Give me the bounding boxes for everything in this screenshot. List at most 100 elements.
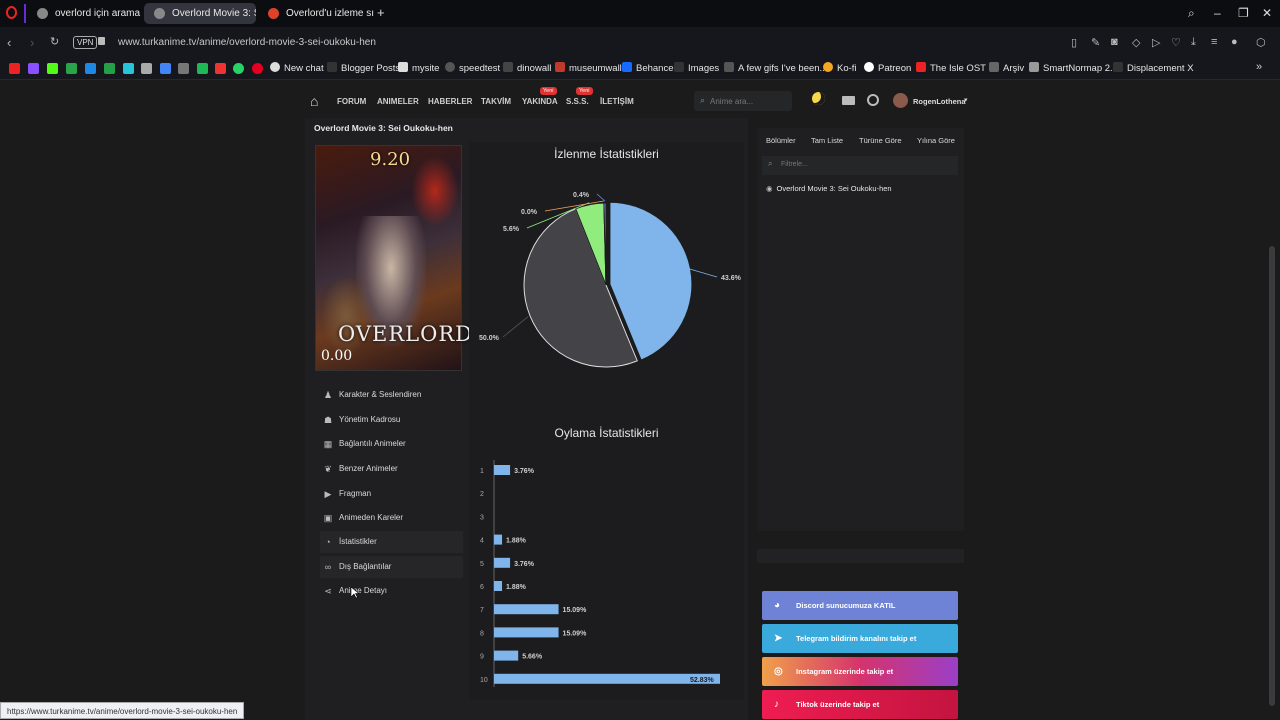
tab-turune-gore[interactable]: Türüne Göre — [859, 136, 902, 145]
mail-icon[interactable] — [842, 96, 855, 105]
heart-icon[interactable]: ♡ — [1171, 36, 1181, 49]
vote-bar[interactable] — [494, 557, 511, 568]
episode-item[interactable]: ◉ Overlord Movie 3: Sei Oukoku-hen — [766, 184, 892, 193]
url-field[interactable]: www.turkanime.tv/anime/overlord-movie-3-… — [118, 37, 376, 48]
home-icon[interactable]: ⌂ — [310, 93, 318, 109]
globe-icon[interactable] — [867, 94, 879, 106]
vote-bar[interactable] — [494, 627, 559, 638]
bookmark-smartnormap[interactable]: SmartNormap 2.0 — [1029, 62, 1118, 74]
bookmark-icon[interactable] — [104, 63, 115, 74]
kick-icon[interactable] — [47, 63, 58, 74]
nav-sss[interactable]: S.S.S. — [566, 97, 589, 106]
instagram-button[interactable]: ◎ Instagram üzerinde takip et — [762, 657, 958, 686]
bookmark-speedtest[interactable]: speedtest — [445, 62, 500, 74]
extensions-icon[interactable]: ⬡ — [1256, 36, 1266, 49]
bookmark-icon[interactable] — [28, 63, 39, 74]
nav-yakinda[interactable]: YAKINDA — [522, 97, 558, 106]
bookmark-museumwall[interactable]: museumwall — [555, 62, 622, 74]
vote-bar[interactable] — [494, 534, 503, 545]
nav-takvim[interactable]: TAKVİM — [481, 97, 511, 106]
bookmark-icon[interactable] — [85, 63, 96, 74]
bookmark-gifs[interactable]: A few gifs I've been... — [724, 62, 827, 74]
bookmark-kofi[interactable]: Ko-fi — [823, 62, 857, 74]
vote-bar[interactable] — [494, 581, 503, 591]
menu-icon[interactable]: ≡ — [1211, 36, 1217, 48]
opera-logo-icon[interactable] — [6, 6, 17, 19]
bookmark-images[interactable]: Images — [674, 62, 719, 74]
browser-tab-0[interactable]: overlord için arama sonuç — [27, 3, 142, 24]
vote-bar[interactable] — [494, 604, 559, 615]
bookmarks-overflow-icon[interactable]: » — [1256, 61, 1262, 73]
bookmark-displacement[interactable]: Displacement X — [1113, 62, 1194, 74]
new-tab-icon[interactable]: + — [377, 5, 385, 20]
bookmark-icon[interactable] — [160, 63, 171, 74]
pinterest-icon[interactable] — [252, 63, 263, 74]
back-icon[interactable]: ‹ — [7, 35, 11, 50]
menu-item-yonetim[interactable]: ☗ Yönetim Kadrosu — [320, 409, 463, 431]
camera-icon[interactable]: ◙ — [1111, 36, 1118, 48]
vote-bar[interactable] — [494, 465, 511, 475]
search-tabs-icon[interactable]: ⌕ — [1188, 6, 1195, 21]
tab-tam-liste[interactable]: Tam Liste — [811, 136, 843, 145]
forward-icon[interactable]: › — [30, 35, 34, 50]
menu-item-benzer[interactable]: ❦ Benzer Animeler — [320, 458, 463, 480]
vote-bar[interactable] — [494, 673, 720, 684]
nav-haberler[interactable]: HABERLER — [428, 97, 472, 106]
dark-mode-icon[interactable] — [812, 92, 825, 105]
nav-animeler[interactable]: ANIMELER — [377, 97, 419, 106]
poster-rating: 0.00 — [321, 348, 353, 364]
vote-bar[interactable] — [494, 650, 519, 661]
profile-icon[interactable]: ● — [1231, 36, 1238, 48]
episode-filter-input[interactable]: ⌕ Filtrele... — [762, 156, 958, 175]
nav-iletisim[interactable]: İLETİŞİM — [600, 97, 634, 106]
bookmark-icon[interactable] — [178, 63, 189, 74]
bookmark-behance[interactable]: Behance — [622, 62, 674, 74]
reload-icon[interactable]: ↻ — [50, 35, 59, 48]
maximize-icon[interactable]: ❐ — [1238, 6, 1249, 20]
close-window-icon[interactable]: ✕ — [1262, 6, 1272, 20]
menu-item-fragman[interactable]: ▶ Fragman — [320, 483, 463, 505]
split-view-icon[interactable]: ▯ — [1071, 36, 1077, 49]
youtube-icon[interactable] — [9, 63, 20, 74]
avatar — [893, 93, 908, 108]
menu-item-anime-detayi[interactable]: ⋖ Anime Detayı — [320, 580, 463, 602]
bookmark-icon[interactable] — [66, 63, 77, 74]
edit-icon[interactable]: ✎ — [1091, 36, 1100, 49]
bookmark-icon[interactable] — [141, 63, 152, 74]
minimize-icon[interactable]: – — [1214, 6, 1221, 20]
discord-button[interactable]: ◕ Discord sunucumuza KATIL — [762, 591, 958, 620]
bookmark-icon[interactable] — [215, 63, 226, 74]
menu-item-baglantili[interactable]: ▦ Bağlantılı Animeler — [320, 433, 463, 455]
bookmark-mysite[interactable]: mysite — [398, 62, 439, 74]
anime-search-input[interactable]: ⌕ Anime ara... — [694, 91, 792, 111]
menu-item-kareler[interactable]: ▣ Animeden Kareler — [320, 507, 463, 529]
menu-item-karakter[interactable]: ♟ Karakter & Seslendiren — [320, 384, 463, 406]
page-scrollbar[interactable] — [1269, 246, 1275, 706]
bookmark-patreon[interactable]: Patreon — [864, 62, 911, 74]
lock-icon[interactable] — [98, 37, 105, 45]
bookmark-icon[interactable] — [123, 63, 134, 74]
bar-data-label: 15.09% — [563, 630, 588, 637]
menu-item-istatistikler[interactable]: ◔ İstatistikler — [320, 531, 463, 553]
bookmark-isle-ost[interactable]: The Isle OST — [916, 62, 986, 74]
poster-score: 9.20 — [370, 149, 411, 170]
bookmark-arsiv[interactable]: Arşiv — [989, 62, 1024, 74]
tab-bolumler[interactable]: Bölümler — [766, 136, 796, 145]
vpn-badge[interactable]: VPN — [73, 36, 98, 49]
nav-forum[interactable]: FORUM — [337, 97, 366, 106]
user-menu[interactable]: RogenLothena ▾ — [893, 93, 973, 109]
play-icon[interactable]: ▷ — [1152, 36, 1160, 49]
whatsapp-icon[interactable] — [233, 63, 244, 74]
menu-item-dis-baglantilar[interactable]: ∞ Dış Bağlantılar — [320, 556, 463, 578]
browser-tab-2[interactable]: Overlord'u izleme sırası? : — [258, 3, 374, 24]
tab-yilina-gore[interactable]: Yılına Göre — [917, 136, 955, 145]
tiktok-button[interactable]: ♪ Tiktok üzerinde takip et — [762, 690, 958, 719]
bookmark-dinowall[interactable]: dinowall — [503, 62, 551, 74]
bookmark-new-chat[interactable]: New chat — [270, 62, 324, 74]
bookmark-icon[interactable] — [197, 63, 208, 74]
telegram-button[interactable]: ➤ Telegram bildirim kanalını takip et — [762, 624, 958, 653]
download-icon[interactable]: ⤓ — [1191, 36, 1196, 49]
browser-tab-1[interactable]: Overlord Movie 3: Sei Ou — [144, 3, 256, 24]
bookmark-blogger-posts[interactable]: Blogger Posts — [327, 62, 400, 74]
shield-icon[interactable]: ◇ — [1132, 36, 1140, 49]
